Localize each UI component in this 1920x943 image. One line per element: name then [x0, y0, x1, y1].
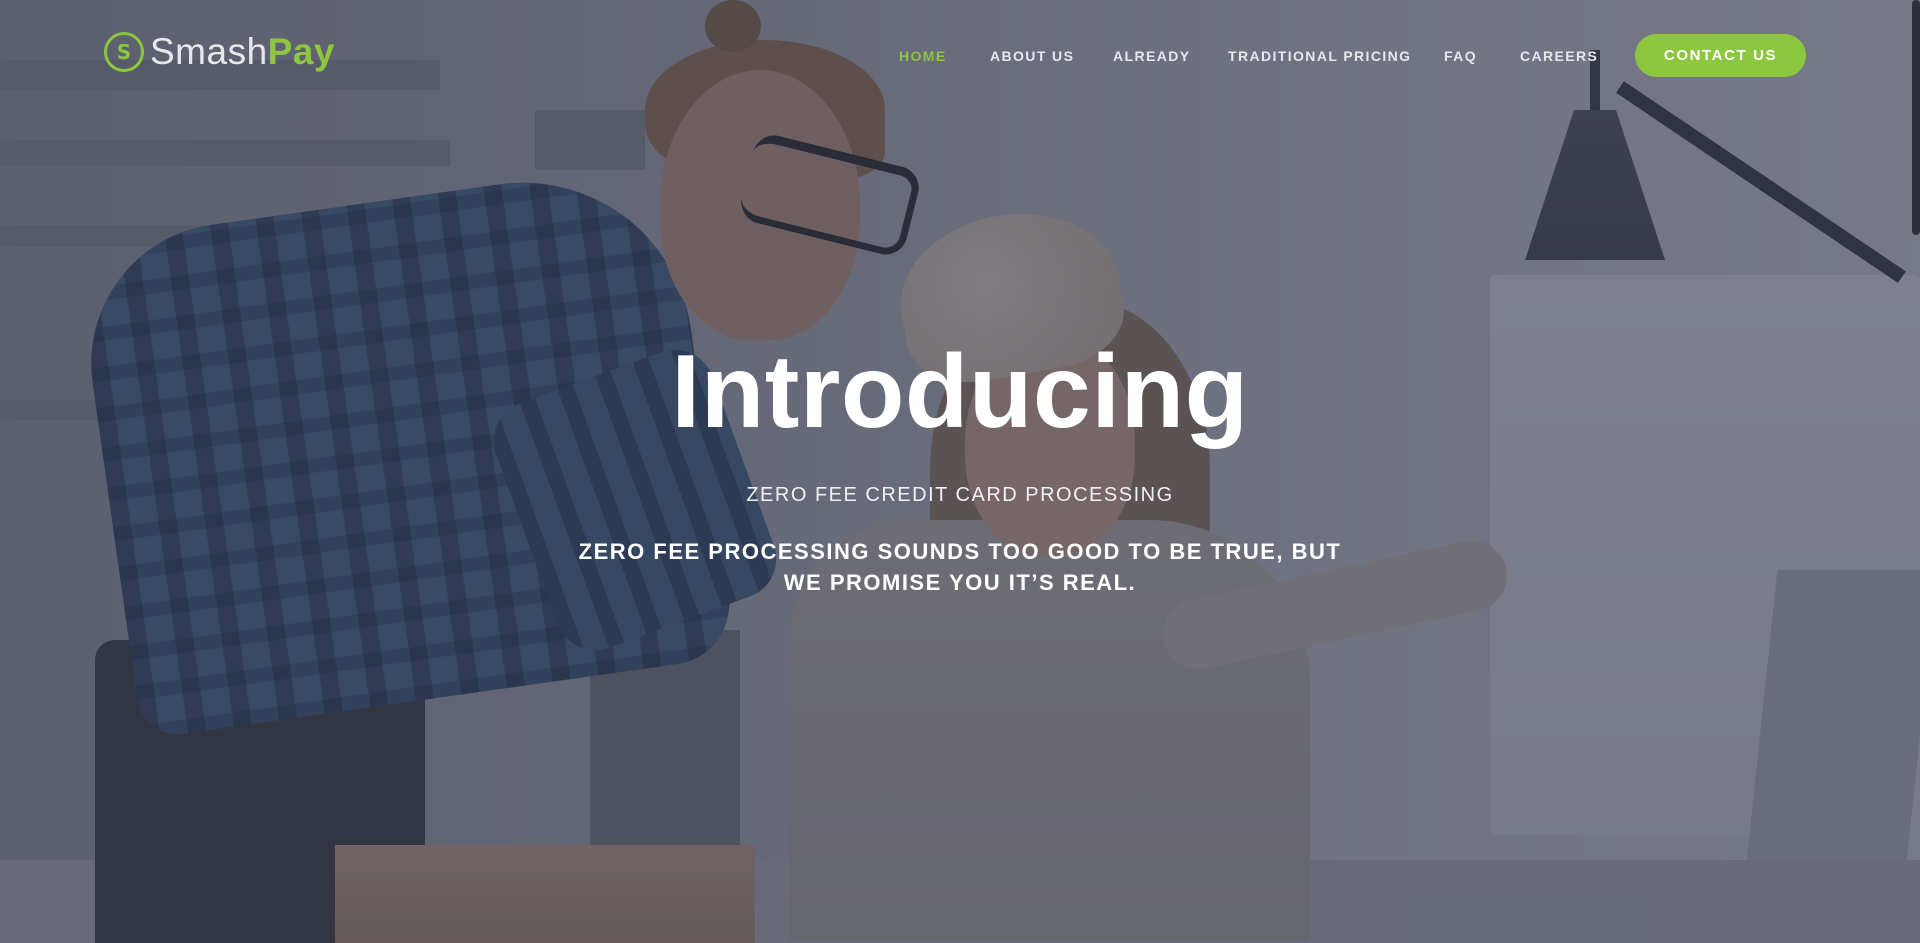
nav-item-faq[interactable]: FAQ — [1444, 48, 1477, 64]
nav-item-careers[interactable]: CAREERS — [1520, 48, 1598, 64]
site-header: S SmashPay HOME ABOUT US ALREADY TRADITI… — [0, 0, 1920, 110]
nav-item-already[interactable]: ALREADY — [1113, 48, 1190, 64]
hero-title: Introducing — [671, 334, 1249, 450]
main-nav: HOME ABOUT US ALREADY TRADITIONAL PRICIN… — [0, 0, 1920, 110]
contact-us-button[interactable]: CONTACT US — [1635, 34, 1806, 77]
hero-dark-overlay — [0, 0, 1920, 943]
hero-description: ZERO FEE PROCESSING SOUNDS TOO GOOD TO B… — [578, 539, 1342, 595]
nav-item-about-us[interactable]: ABOUT US — [990, 48, 1074, 64]
hero-subtitle: ZERO FEE CREDIT CARD PROCESSING — [746, 484, 1174, 506]
page: S SmashPay HOME ABOUT US ALREADY TRADITI… — [0, 0, 1920, 943]
nav-item-home[interactable]: HOME — [899, 48, 947, 64]
nav-item-traditional-pricing[interactable]: TRADITIONAL PRICING — [1228, 48, 1411, 64]
